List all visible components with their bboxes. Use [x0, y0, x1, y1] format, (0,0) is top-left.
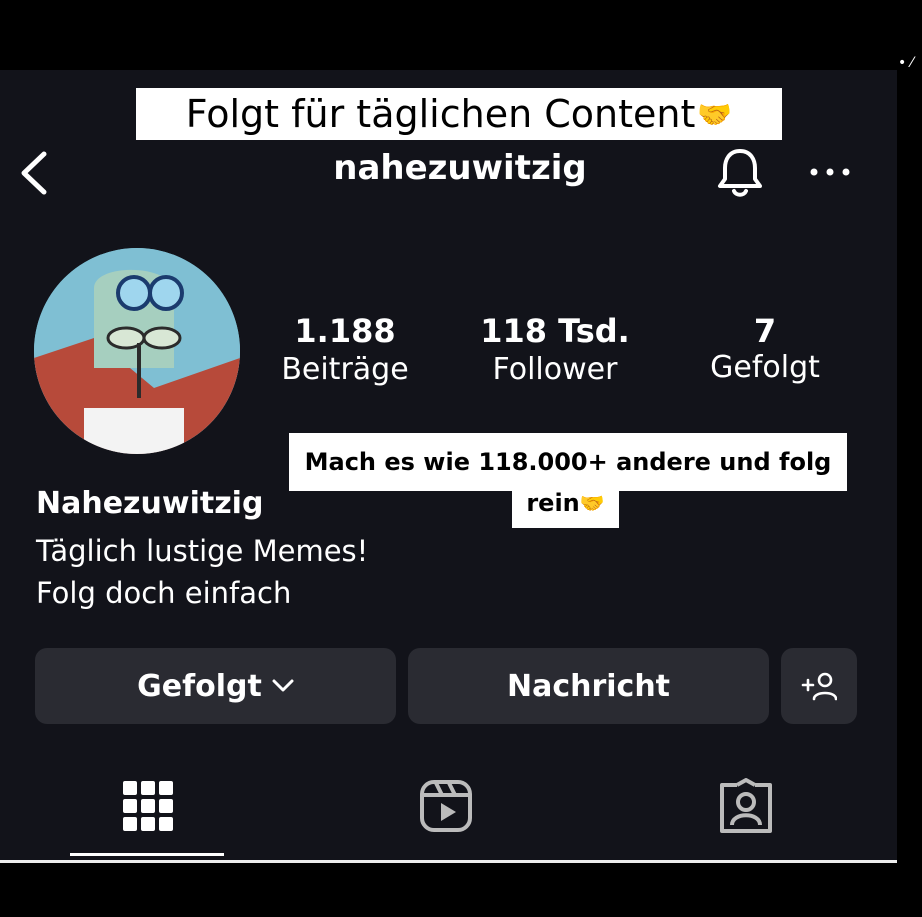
caption-top-text: Folgt für täglichen Content	[185, 92, 696, 136]
stat-posts-label: Beiträge	[281, 352, 409, 387]
bio-line-2: Folg doch einfach	[36, 576, 292, 610]
stat-followers-value: 118 Tsd.	[480, 312, 630, 350]
chevron-down-icon	[272, 679, 294, 692]
active-tab-indicator	[70, 853, 224, 856]
add-person-button[interactable]	[781, 648, 857, 724]
overlay-caption-line-1-text: Mach es wie 118.000+ andere und folg	[304, 448, 832, 476]
avatar[interactable]	[34, 248, 240, 454]
handshake-emoji: 🤝	[697, 97, 733, 131]
bell-icon[interactable]	[714, 146, 766, 200]
stat-following-label: Gefolgt	[710, 350, 820, 385]
handshake-emoji: 🤝	[579, 491, 605, 515]
following-button-label: Gefolgt	[137, 668, 262, 704]
tabs-divider	[0, 860, 897, 863]
avatar-illustration	[34, 248, 240, 454]
reels-icon[interactable]	[418, 778, 474, 834]
profile-username: nahezuwitzig	[333, 148, 587, 188]
status-indicator: • ⁄	[898, 55, 914, 71]
stat-followers-label: Follower	[492, 352, 618, 387]
stat-posts[interactable]: 1.188 Beiträge	[270, 312, 420, 387]
stat-following[interactable]: 7 Gefolgt	[690, 312, 840, 385]
caption-top-banner: Folgt für täglichen Content 🤝	[136, 88, 782, 140]
message-button-label: Nachricht	[506, 668, 671, 704]
stat-followers[interactable]: 118 Tsd. Follower	[470, 312, 640, 387]
message-button[interactable]: Nachricht	[408, 648, 769, 724]
grid-icon[interactable]	[120, 778, 176, 834]
stat-following-value: 7	[753, 312, 777, 350]
overlay-caption-line-2: rein 🤝	[512, 478, 619, 528]
tagged-icon[interactable]	[718, 778, 774, 834]
add-person-icon	[801, 672, 837, 701]
profile-display-name: Nahezuwitzig	[36, 486, 264, 521]
back-icon[interactable]	[18, 150, 48, 196]
more-icon[interactable]	[806, 162, 854, 182]
bio-line-1: Täglich lustige Memes!	[36, 534, 369, 568]
stat-posts-value: 1.188	[294, 312, 396, 350]
following-button[interactable]: Gefolgt	[35, 648, 396, 724]
overlay-caption-line-2-text: rein	[526, 489, 580, 517]
